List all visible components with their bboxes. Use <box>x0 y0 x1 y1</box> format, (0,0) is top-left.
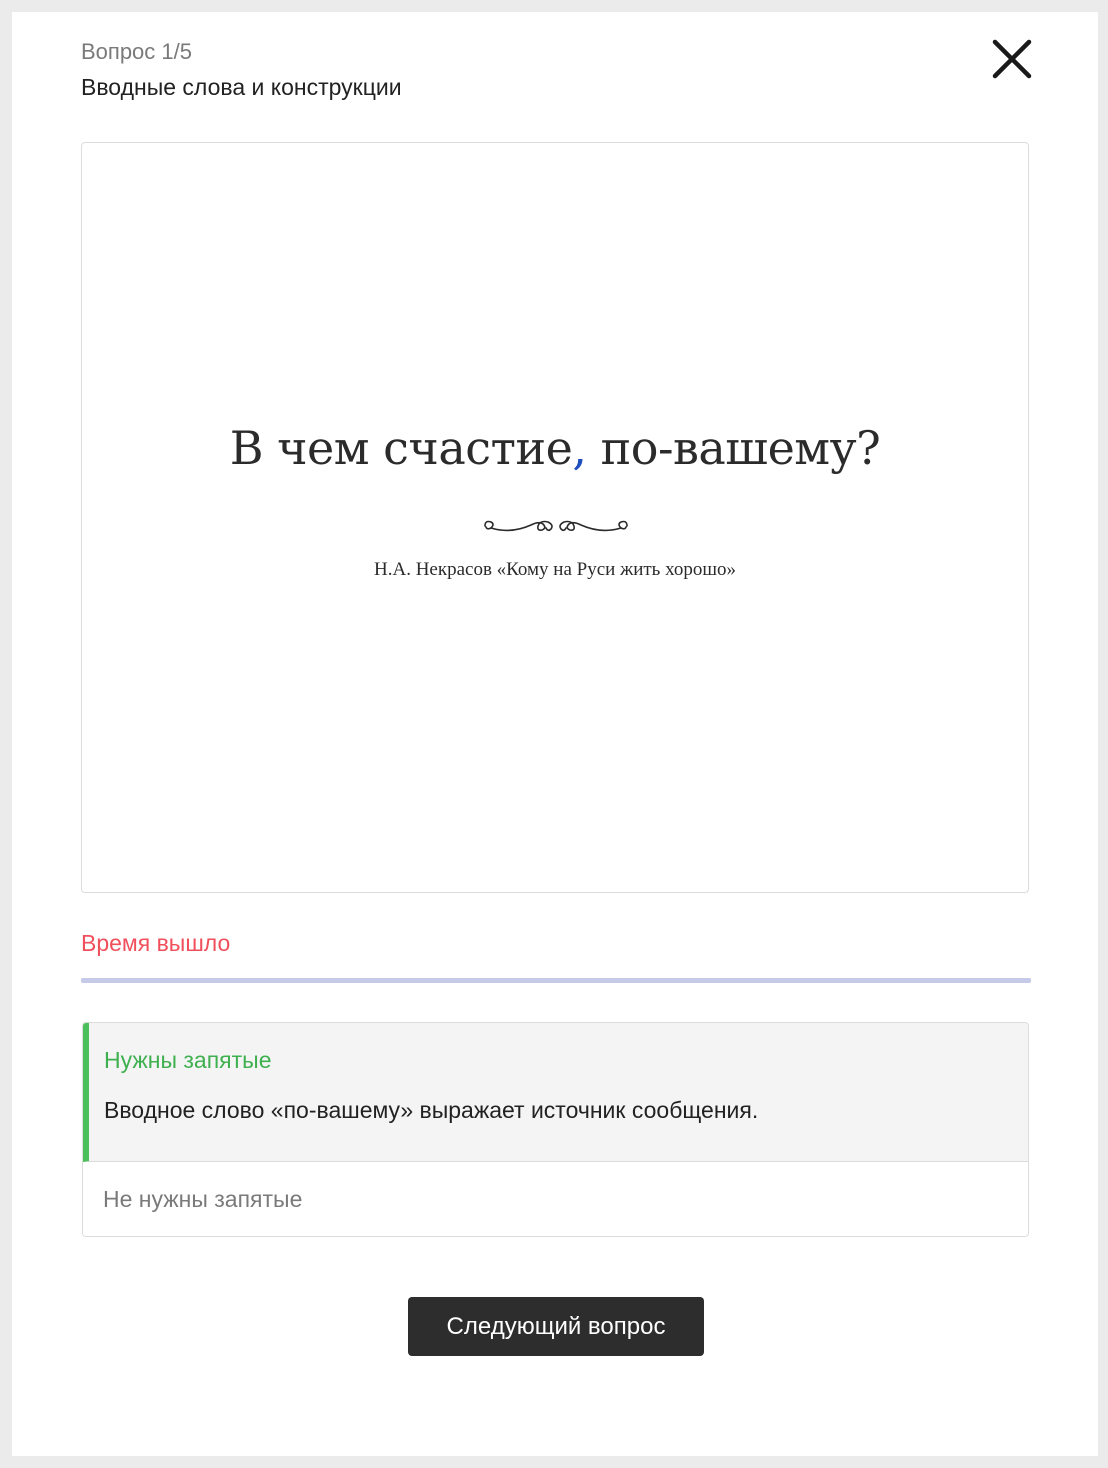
question-counter: Вопрос 1/5 <box>81 39 192 64</box>
answer-option-other[interactable]: Не нужны запятые <box>83 1162 1028 1236</box>
timer-bar <box>81 978 1031 983</box>
close-icon <box>992 39 1032 79</box>
next-question-button[interactable]: Следующий вопрос <box>408 1297 704 1356</box>
answer-correct-label: Нужны запятые <box>104 1047 272 1073</box>
quote-part-after: по-вашему? <box>586 421 881 475</box>
question-topic: Вводные слова и конструкции <box>81 74 402 100</box>
close-button[interactable] <box>985 34 1037 86</box>
quote-card: В чем счастие, по-вашему? Н.А. Некрасов … <box>81 142 1029 893</box>
answer-other-label: Не нужны запятые <box>103 1186 303 1212</box>
question-modal: Вопрос 1/5 Вводные слова и конструкции В… <box>12 12 1098 1456</box>
timer-bar-fill <box>81 978 1031 983</box>
answer-options: Нужны запятые Вводное слово «по-вашему» … <box>82 1022 1029 1237</box>
quote-comma: , <box>572 421 587 475</box>
quote-text: В чем счастие, по-вашему? <box>82 421 1028 475</box>
flourish-ornament-icon <box>484 520 628 532</box>
quote-part-before: В чем счастие <box>229 421 573 475</box>
timer-status: Время вышло <box>81 930 231 956</box>
answer-option-correct[interactable]: Нужны запятые Вводное слово «по-вашему» … <box>83 1023 1028 1162</box>
answer-explanation: Вводное слово «по-вашему» выражает источ… <box>104 1097 759 1123</box>
quote-attribution: Н.А. Некрасов «Кому на Руси жить хорошо» <box>374 559 736 580</box>
